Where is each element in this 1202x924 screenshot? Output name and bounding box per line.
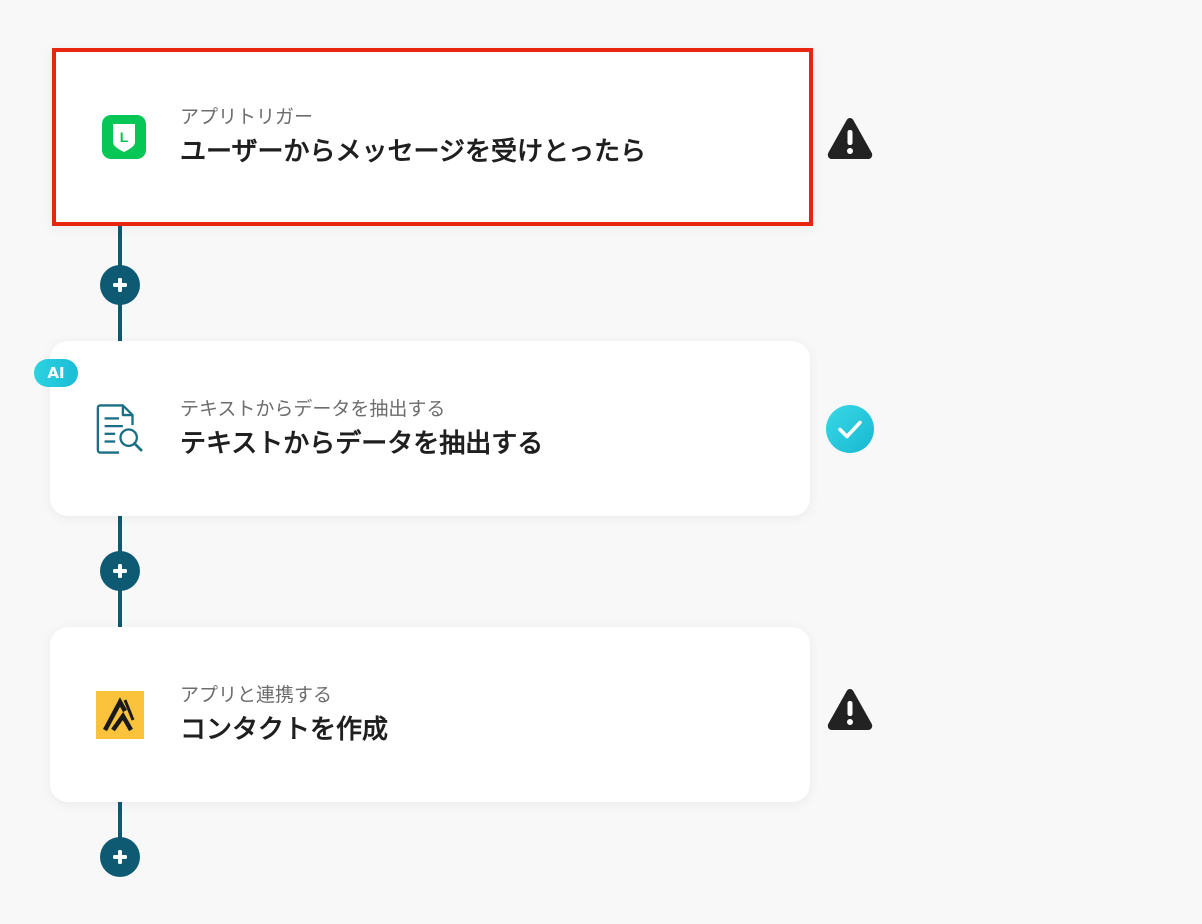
step-card-ai-extract[interactable]: AI テキストからデータを抽出する テキストからデータを抽出する [34,341,810,516]
step-title: ユーザーからメッセージを受けとったら [180,137,647,167]
step-card-create-contact[interactable]: アプリと連携する コンタクトを作成 [50,627,810,802]
warning-icon[interactable] [826,685,874,733]
crm-app-icon [94,689,146,741]
warning-icon[interactable] [826,114,874,162]
step-title: テキストからデータを抽出する [180,428,544,459]
plus-icon [113,564,127,578]
step-subtitle: テキストからデータを抽出する [180,397,446,420]
add-step-button[interactable] [100,265,140,305]
step-text: アプリと連携する コンタクトを作成 [180,682,388,748]
ai-badge: AI [34,359,78,387]
add-step-button[interactable] [100,551,140,591]
plus-icon [113,278,127,292]
step-text: テキストからデータを抽出する テキストからデータを抽出する [180,396,543,462]
step-subtitle: アプリトリガー [180,106,314,128]
add-step-button[interactable] [100,837,140,877]
check-icon[interactable] [826,405,874,453]
step-card-trigger[interactable]: L アプリトリガー ユーザーからメッセージを受けとったら [52,48,813,226]
svg-text:L: L [120,129,129,145]
plus-icon [113,850,127,864]
step-text: アプリトリガー ユーザーからメッセージを受けとったら [180,104,646,170]
step-title: コンタクトを作成 [180,714,389,745]
document-search-icon [94,403,146,455]
step-subtitle: アプリと連携する [180,683,333,706]
line-app-icon: L [98,111,150,163]
